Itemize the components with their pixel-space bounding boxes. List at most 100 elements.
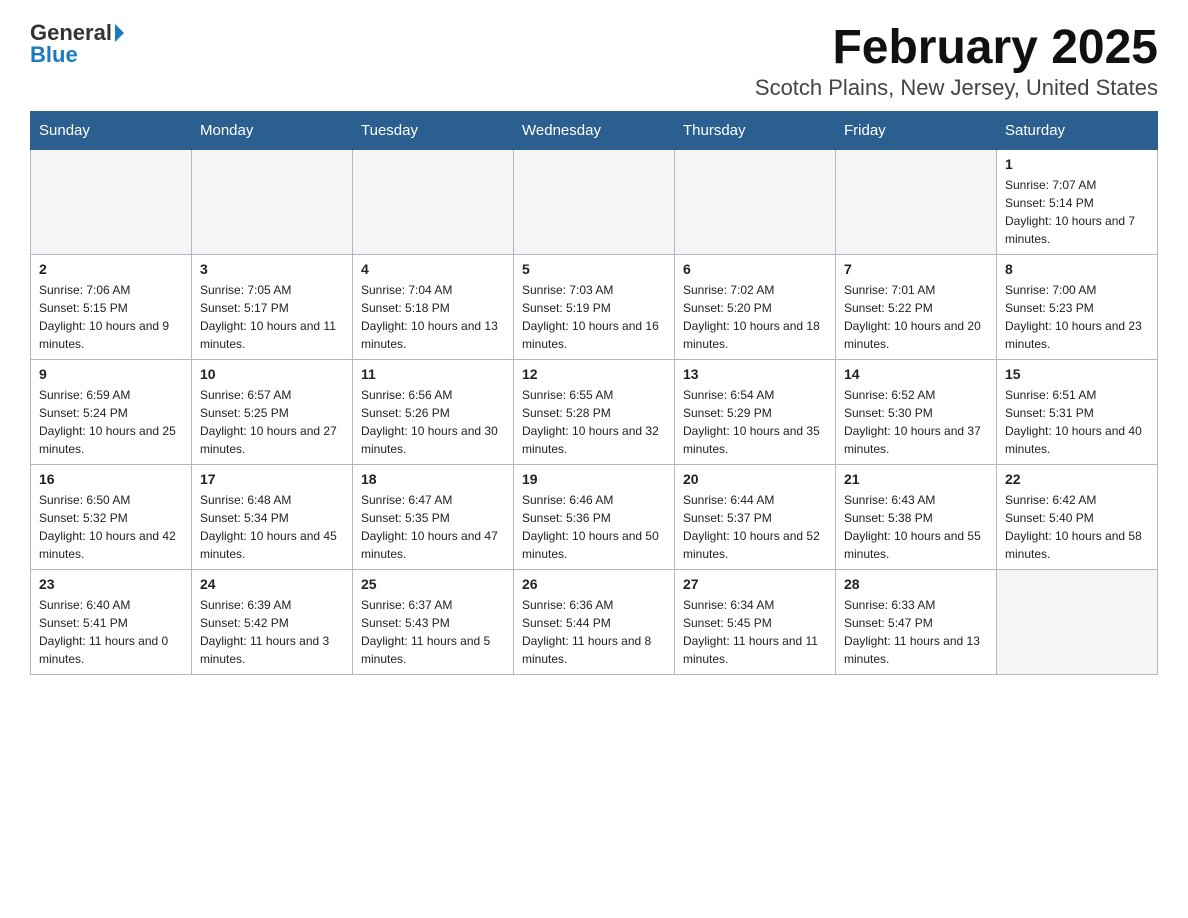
day-number: 28	[844, 576, 988, 592]
day-number: 20	[683, 471, 827, 487]
calendar-day-cell: 4Sunrise: 7:04 AMSunset: 5:18 PMDaylight…	[353, 255, 514, 360]
calendar-day-cell: 22Sunrise: 6:42 AMSunset: 5:40 PMDayligh…	[997, 465, 1158, 570]
calendar-day-cell	[997, 570, 1158, 675]
calendar-table: Sunday Monday Tuesday Wednesday Thursday…	[30, 111, 1158, 675]
calendar-day-cell: 8 Sunrise: 7:00 AMSunset: 5:23 PMDaylight…	[997, 255, 1158, 360]
col-friday: Friday	[836, 112, 997, 150]
page-header: General Blue February 2025 Scotch Plains…	[30, 20, 1158, 101]
day-info: Sunrise: 7:05 AMSunset: 5:17 PMDaylight:…	[200, 281, 344, 353]
day-number: 13	[683, 366, 827, 382]
day-number: 21	[844, 471, 988, 487]
calendar-day-cell: 1 Sunrise: 7:07 AMSunset: 5:14 PMDaylight…	[997, 150, 1158, 255]
day-number: 6	[683, 261, 827, 277]
logo-triangle-icon	[115, 24, 124, 42]
day-number: 27	[683, 576, 827, 592]
day-number: 9	[39, 366, 183, 382]
day-info: Sunrise: 7:04 AMSunset: 5:18 PMDaylight:…	[361, 281, 505, 353]
calendar-day-cell: 2Sunrise: 7:06 AMSunset: 5:15 PMDaylight…	[31, 255, 192, 360]
day-info: Sunrise: 6:52 AMSunset: 5:30 PMDaylight:…	[844, 386, 988, 458]
day-info: Sunrise: 6:56 AMSunset: 5:26 PMDaylight:…	[361, 386, 505, 458]
calendar-day-cell: 26 Sunrise: 6:36 AMSunset: 5:44 PMDayligh…	[514, 570, 675, 675]
day-info: Sunrise: 6:48 AMSunset: 5:34 PMDaylight:…	[200, 491, 344, 563]
day-number: 19	[522, 471, 666, 487]
col-sunday: Sunday	[31, 112, 192, 150]
calendar-day-cell: 25 Sunrise: 6:37 AMSunset: 5:43 PMDayligh…	[353, 570, 514, 675]
calendar-day-cell	[31, 150, 192, 255]
calendar-day-cell: 9Sunrise: 6:59 AMSunset: 5:24 PMDaylight…	[31, 360, 192, 465]
col-thursday: Thursday	[675, 112, 836, 150]
calendar-week-row: 9Sunrise: 6:59 AMSunset: 5:24 PMDaylight…	[31, 360, 1158, 465]
day-info: Sunrise: 7:07 AMSunset: 5:14 PMDaylight:…	[1005, 176, 1149, 248]
logo-blue-text: Blue	[30, 42, 124, 68]
day-number: 24	[200, 576, 344, 592]
day-number: 26	[522, 576, 666, 592]
day-info: Sunrise: 7:00 AMSunset: 5:23 PMDaylight:…	[1005, 281, 1149, 353]
day-number: 3	[200, 261, 344, 277]
day-number: 17	[200, 471, 344, 487]
subtitle: Scotch Plains, New Jersey, United States	[755, 75, 1158, 101]
calendar-day-cell: 6 Sunrise: 7:02 AMSunset: 5:20 PMDaylight…	[675, 255, 836, 360]
day-number: 12	[522, 366, 666, 382]
calendar-day-cell: 12 Sunrise: 6:55 AMSunset: 5:28 PMDayligh…	[514, 360, 675, 465]
day-info: Sunrise: 6:50 AMSunset: 5:32 PMDaylight:…	[39, 491, 183, 563]
day-number: 10	[200, 366, 344, 382]
calendar-day-cell: 7 Sunrise: 7:01 AMSunset: 5:22 PMDaylight…	[836, 255, 997, 360]
day-number: 23	[39, 576, 183, 592]
day-number: 18	[361, 471, 505, 487]
calendar-day-cell: 20 Sunrise: 6:44 AMSunset: 5:37 PMDayligh…	[675, 465, 836, 570]
calendar-day-cell	[192, 150, 353, 255]
day-info: Sunrise: 6:55 AMSunset: 5:28 PMDaylight:…	[522, 386, 666, 458]
calendar-day-cell	[675, 150, 836, 255]
calendar-day-cell: 27 Sunrise: 6:34 AMSunset: 5:45 PMDayligh…	[675, 570, 836, 675]
day-info: Sunrise: 6:33 AMSunset: 5:47 PMDaylight:…	[844, 596, 988, 668]
day-info: Sunrise: 6:46 AMSunset: 5:36 PMDaylight:…	[522, 491, 666, 563]
day-info: Sunrise: 6:47 AMSunset: 5:35 PMDaylight:…	[361, 491, 505, 563]
day-info: Sunrise: 7:01 AMSunset: 5:22 PMDaylight:…	[844, 281, 988, 353]
calendar-day-cell	[836, 150, 997, 255]
day-number: 11	[361, 366, 505, 382]
calendar-week-row: 1 Sunrise: 7:07 AMSunset: 5:14 PMDaylight…	[31, 150, 1158, 255]
calendar-day-cell: 15 Sunrise: 6:51 AMSunset: 5:31 PMDayligh…	[997, 360, 1158, 465]
col-wednesday: Wednesday	[514, 112, 675, 150]
calendar-day-cell: 3 Sunrise: 7:05 AMSunset: 5:17 PMDaylight…	[192, 255, 353, 360]
calendar-day-cell: 19 Sunrise: 6:46 AMSunset: 5:36 PMDayligh…	[514, 465, 675, 570]
calendar-day-cell: 5 Sunrise: 7:03 AMSunset: 5:19 PMDaylight…	[514, 255, 675, 360]
day-info: Sunrise: 7:02 AMSunset: 5:20 PMDaylight:…	[683, 281, 827, 353]
calendar-week-row: 23 Sunrise: 6:40 AMSunset: 5:41 PMDayligh…	[31, 570, 1158, 675]
day-number: 7	[844, 261, 988, 277]
day-info: Sunrise: 6:37 AMSunset: 5:43 PMDaylight:…	[361, 596, 505, 668]
calendar-day-cell	[514, 150, 675, 255]
day-info: Sunrise: 6:44 AMSunset: 5:37 PMDaylight:…	[683, 491, 827, 563]
calendar-day-cell: 11 Sunrise: 6:56 AMSunset: 5:26 PMDayligh…	[353, 360, 514, 465]
day-number: 1	[1005, 156, 1149, 172]
day-number: 8	[1005, 261, 1149, 277]
calendar-day-cell: 16Sunrise: 6:50 AMSunset: 5:32 PMDayligh…	[31, 465, 192, 570]
day-info: Sunrise: 6:36 AMSunset: 5:44 PMDaylight:…	[522, 596, 666, 668]
day-number: 25	[361, 576, 505, 592]
calendar-day-cell: 18 Sunrise: 6:47 AMSunset: 5:35 PMDayligh…	[353, 465, 514, 570]
day-info: Sunrise: 6:43 AMSunset: 5:38 PMDaylight:…	[844, 491, 988, 563]
day-info: Sunrise: 6:57 AMSunset: 5:25 PMDaylight:…	[200, 386, 344, 458]
main-title: February 2025	[755, 20, 1158, 75]
calendar-week-row: 16Sunrise: 6:50 AMSunset: 5:32 PMDayligh…	[31, 465, 1158, 570]
day-info: Sunrise: 6:40 AMSunset: 5:41 PMDaylight:…	[39, 596, 183, 668]
calendar-day-cell: 10 Sunrise: 6:57 AMSunset: 5:25 PMDayligh…	[192, 360, 353, 465]
calendar-day-cell: 13Sunrise: 6:54 AMSunset: 5:29 PMDayligh…	[675, 360, 836, 465]
calendar-week-row: 2Sunrise: 7:06 AMSunset: 5:15 PMDaylight…	[31, 255, 1158, 360]
day-info: Sunrise: 6:34 AMSunset: 5:45 PMDaylight:…	[683, 596, 827, 668]
day-info: Sunrise: 6:51 AMSunset: 5:31 PMDaylight:…	[1005, 386, 1149, 458]
calendar-day-cell: 21 Sunrise: 6:43 AMSunset: 5:38 PMDayligh…	[836, 465, 997, 570]
calendar-day-cell: 23 Sunrise: 6:40 AMSunset: 5:41 PMDayligh…	[31, 570, 192, 675]
col-saturday: Saturday	[997, 112, 1158, 150]
day-number: 14	[844, 366, 988, 382]
day-number: 15	[1005, 366, 1149, 382]
day-info: Sunrise: 6:39 AMSunset: 5:42 PMDaylight:…	[200, 596, 344, 668]
day-info: Sunrise: 7:03 AMSunset: 5:19 PMDaylight:…	[522, 281, 666, 353]
logo: General Blue	[30, 20, 124, 68]
calendar-day-cell: 24 Sunrise: 6:39 AMSunset: 5:42 PMDayligh…	[192, 570, 353, 675]
calendar-header-row: Sunday Monday Tuesday Wednesday Thursday…	[31, 112, 1158, 150]
day-number: 5	[522, 261, 666, 277]
calendar-day-cell	[353, 150, 514, 255]
day-number: 2	[39, 261, 183, 277]
title-block: February 2025 Scotch Plains, New Jersey,…	[755, 20, 1158, 101]
